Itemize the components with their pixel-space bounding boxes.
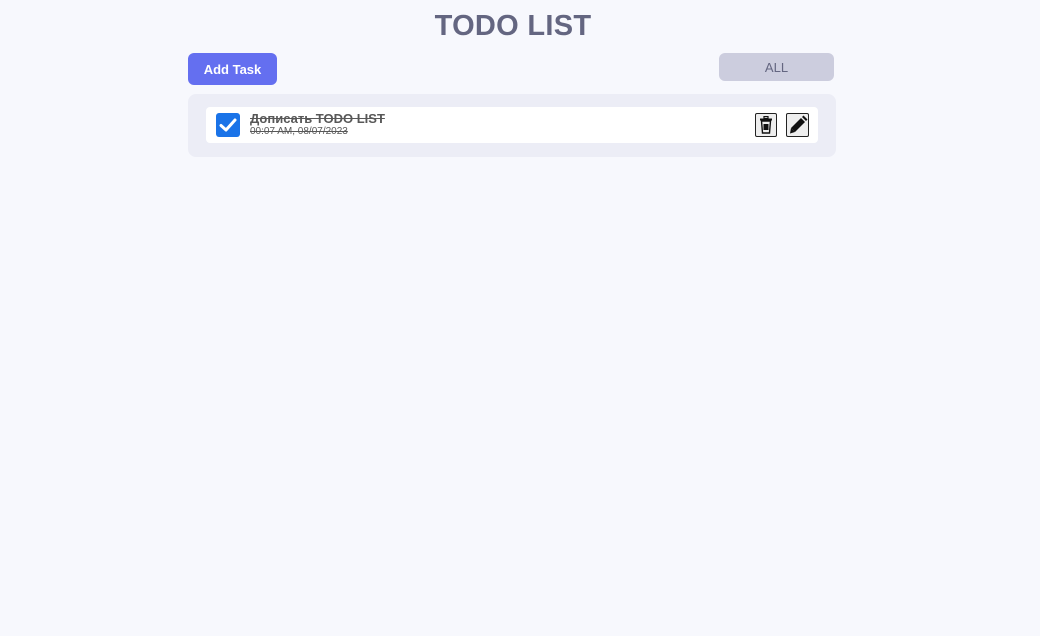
checkmark-icon [219, 118, 237, 132]
trash-icon [760, 116, 772, 134]
filter-select[interactable]: ALL [719, 53, 834, 81]
delete-button[interactable] [755, 113, 777, 137]
todo-time: 00:07 AM, 08/07/2023 [250, 126, 348, 137]
todo-text: Дописать TODO LIST 00:07 AM, 08/07/2023 [250, 112, 385, 138]
pencil-icon [789, 115, 807, 134]
app: TODO LIST Add Task ALL Дописать TODO LIS… [0, 0, 1040, 636]
page-title: TODO LIST [434, 10, 592, 42]
todo-title: Дописать TODO LIST [250, 111, 385, 126]
todo-list: Дописать TODO LIST 00:07 AM, 08/07/2023 [188, 94, 836, 157]
todo-checkbox[interactable] [216, 113, 240, 137]
filter-select-value: ALL [764, 59, 789, 75]
todo-item: Дописать TODO LIST 00:07 AM, 08/07/2023 [206, 107, 818, 143]
add-task-button[interactable]: Add Task [188, 53, 277, 85]
edit-button[interactable] [786, 113, 809, 137]
